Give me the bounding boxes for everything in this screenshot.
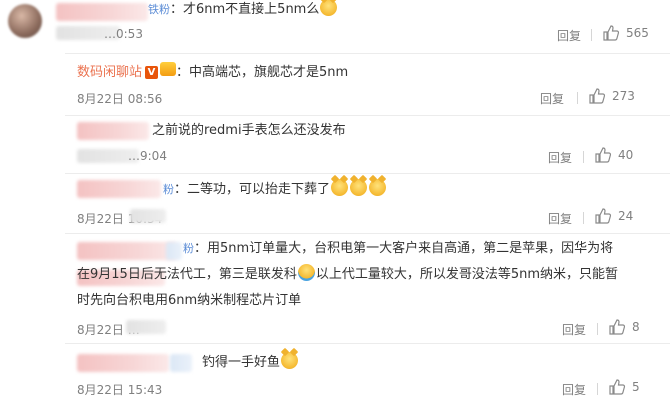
reply-button[interactable]: 回复 (548, 149, 572, 166)
like-button[interactable]: 40 (594, 146, 633, 164)
comment-text: 数码闲聊站 V ：中高端芯，旗舰芯才是5nm (77, 62, 348, 84)
emoji-icon (297, 264, 315, 281)
like-button[interactable]: 8 (608, 318, 640, 336)
timestamp-redacted (126, 320, 166, 334)
comment-text: 粉：用5nm订单量大，台积电第一大客户来自高通，第二是苹果，因华为将 在9月15… (77, 241, 619, 308)
reply-button[interactable]: 回复 (548, 210, 572, 227)
comment-4: 粉：二等功，可以抬走下葬了 8月22日 10:34 回复 24 (0, 174, 670, 232)
emoji-icon (320, 0, 338, 16)
divider (583, 212, 584, 224)
like-button[interactable]: 24 (594, 207, 633, 225)
divider (597, 383, 598, 395)
comment-text: 之前说的redmi手表怎么还没发布 (152, 123, 346, 138)
thumbs-up-icon (609, 379, 626, 395)
timestamp: …9:04 (128, 149, 167, 163)
emoji-icon (281, 352, 299, 369)
avatar[interactable] (8, 4, 42, 38)
username[interactable]: 数码闲聊站 (77, 65, 142, 80)
comment-text: 铁粉：才6nm不直接上5nm么 (148, 0, 338, 21)
badge-redacted (170, 354, 192, 372)
timestamp: …0:53 (104, 27, 143, 41)
divider (577, 92, 578, 104)
like-button[interactable]: 565 (602, 24, 649, 42)
thumbs-up-icon (595, 147, 612, 163)
comment-text: 钓得一手好鱼 (202, 352, 299, 374)
like-button[interactable]: 5 (608, 378, 640, 396)
comment-6: 钓得一手好鱼 8月22日 15:43 回复 5 (0, 344, 670, 408)
comment-1: 铁粉：才6nm不直接上5nm么 …0:53 回复 565 (0, 0, 670, 50)
comment-3: 之前说的redmi手表怎么还没发布 …9:04 回复 40 (0, 116, 670, 172)
divider (583, 151, 584, 163)
thumbs-up-icon (603, 25, 620, 41)
emoji-icon (350, 179, 368, 196)
comment-2: 数码闲聊站 V ：中高端芯，旗舰芯才是5nm 8月22日 08:56 回复 273 (0, 56, 670, 114)
reply-button[interactable]: 回复 (562, 381, 586, 398)
timestamp: 8月22日 15:43 (77, 383, 163, 397)
timestamp: 8月22日 08:56 (77, 92, 163, 106)
comment-5: 粉：用5nm订单量大，台积电第一大客户来自高通，第二是苹果，因华为将 在9月15… (0, 234, 670, 340)
username-redacted (56, 3, 148, 21)
thumbs-up-icon (609, 319, 626, 335)
verified-icon: V (145, 66, 159, 79)
username-redacted (77, 122, 149, 140)
comment-text: 粉：二等功，可以抬走下葬了 (163, 179, 387, 201)
separator (65, 53, 670, 54)
emoji-icon (331, 179, 349, 196)
emoji-icon (369, 179, 387, 196)
username-redacted (77, 354, 169, 372)
thumbs-up-icon (589, 88, 606, 104)
like-button[interactable]: 273 (588, 87, 635, 105)
reply-button[interactable]: 回复 (540, 90, 564, 107)
reply-button[interactable]: 回复 (557, 27, 581, 44)
username-redacted (77, 180, 161, 198)
divider (597, 323, 598, 335)
divider (591, 29, 592, 41)
thumbs-up-icon (595, 208, 612, 224)
reply-button[interactable]: 回复 (562, 321, 586, 338)
vip-icon (160, 62, 177, 76)
timestamp-redacted (130, 209, 166, 223)
